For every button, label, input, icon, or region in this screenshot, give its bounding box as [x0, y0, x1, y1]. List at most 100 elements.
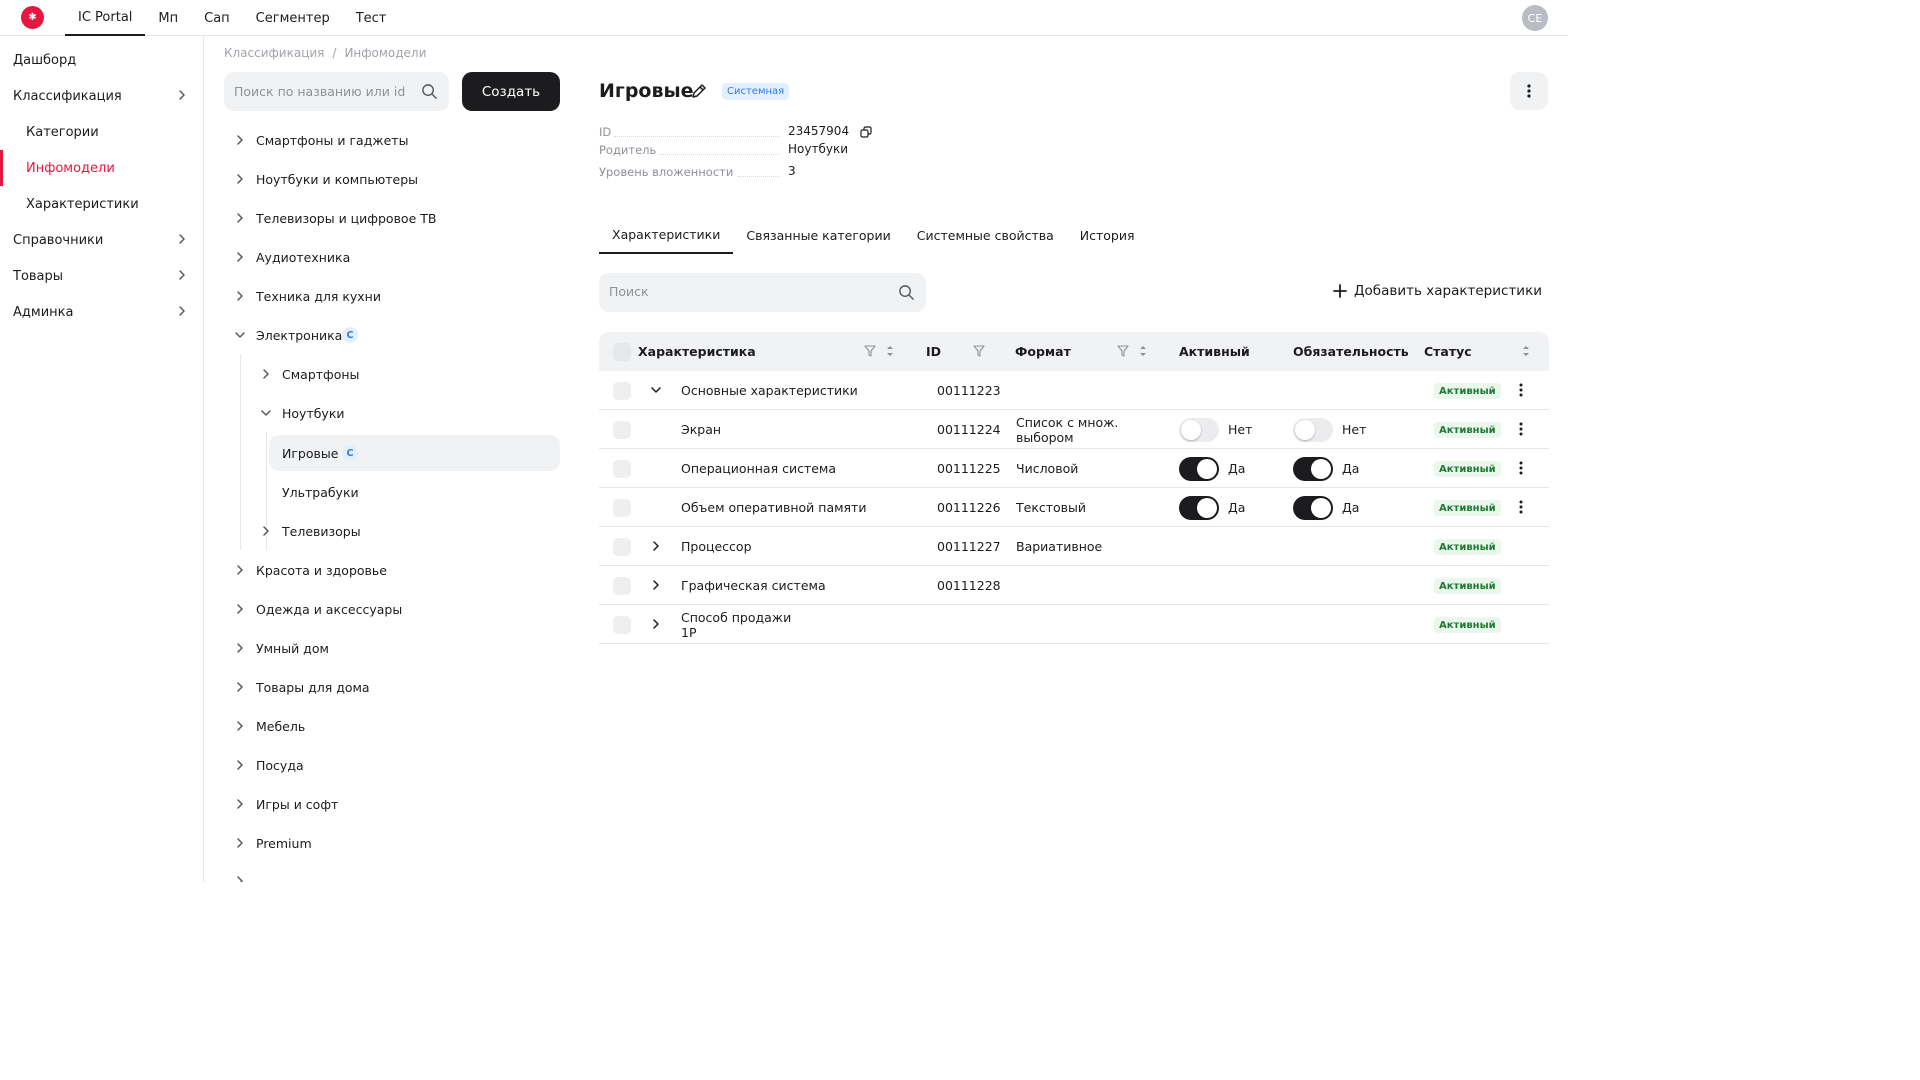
sort-icon[interactable]	[1520, 344, 1532, 358]
chevron-right-icon[interactable]	[233, 172, 247, 186]
sort-icon[interactable]	[1137, 344, 1149, 358]
chevron-right-icon[interactable]	[233, 289, 247, 303]
sidebar-item-characteristics[interactable]: Характеристики	[0, 186, 203, 222]
tree-node-partial[interactable]	[224, 864, 560, 882]
tree-node[interactable]: Ультрабуки	[269, 474, 560, 510]
column-header-format[interactable]: Формат	[1015, 344, 1071, 359]
required-toggle[interactable]	[1293, 418, 1333, 442]
sidebar-item-categories[interactable]: Категории	[0, 114, 203, 150]
sidebar-item-dashboard[interactable]: Дашборд	[0, 42, 203, 78]
active-toggle[interactable]	[1179, 418, 1219, 442]
row-more-icon[interactable]	[1516, 421, 1526, 437]
tree-node[interactable]: Мебель	[224, 708, 560, 744]
tree-node[interactable]: Телевизоры	[250, 513, 560, 549]
avatar[interactable]: CE	[1522, 5, 1548, 31]
more-options-button[interactable]	[1510, 72, 1548, 110]
table-row[interactable]: Основные характеристики 00111223 Активны…	[599, 371, 1549, 410]
chevron-right-icon[interactable]	[233, 563, 247, 577]
sidebar-item-goods[interactable]: Товары	[0, 258, 203, 294]
table-row[interactable]: Графическая система 00111228 Активный	[599, 566, 1549, 605]
column-header-required[interactable]: Обязательность	[1293, 344, 1409, 359]
top-nav-ic-portal[interactable]: IC Portal	[65, 0, 146, 36]
table-row[interactable]: Объем оперативной памяти 00111226 Тексто…	[599, 488, 1549, 527]
row-more-icon[interactable]	[1516, 499, 1526, 515]
row-more-icon[interactable]	[1516, 460, 1526, 476]
chevron-right-icon[interactable]	[233, 133, 247, 147]
chevron-right-icon[interactable]	[233, 758, 247, 772]
tree-node-notebooks[interactable]: Ноутбуки	[250, 395, 560, 431]
tab-characteristics[interactable]: Характеристики	[599, 216, 734, 254]
breadcrumb-infomodels[interactable]: Инфомодели	[344, 46, 426, 60]
add-characteristics-button[interactable]: Добавить характеристики	[1332, 283, 1542, 299]
chevron-right-icon[interactable]	[233, 641, 247, 655]
chevron-down-icon[interactable]	[259, 406, 273, 420]
column-header-characteristic[interactable]: Характеристика	[638, 344, 756, 359]
active-toggle[interactable]	[1179, 496, 1219, 520]
active-toggle[interactable]	[1179, 457, 1219, 481]
tree-node[interactable]: Игры и софт	[224, 786, 560, 822]
chevron-right-icon[interactable]	[233, 211, 247, 225]
chevron-right-icon[interactable]	[259, 524, 273, 538]
create-button[interactable]: Создать	[462, 72, 560, 111]
tab-related-categories[interactable]: Связанные категории	[733, 216, 903, 254]
tree-node-electronics[interactable]: Электроника C	[224, 317, 560, 353]
chevron-right-icon[interactable]	[649, 539, 663, 553]
chevron-right-icon[interactable]	[233, 680, 247, 694]
required-toggle[interactable]	[1293, 496, 1333, 520]
tree-node[interactable]: Телевизоры и цифровое ТВ	[224, 200, 560, 236]
tree-node[interactable]: Умный дом	[224, 630, 560, 666]
row-checkbox[interactable]	[613, 421, 631, 439]
filter-icon[interactable]	[864, 344, 876, 358]
tree-node[interactable]: Смартфоны	[250, 356, 560, 392]
chevron-right-icon[interactable]	[233, 836, 247, 850]
tree-node[interactable]: Premium	[224, 825, 560, 861]
tree-node[interactable]: Красота и здоровье	[224, 552, 560, 588]
tree-node-gaming-selected[interactable]: Игровые C	[269, 435, 560, 471]
sidebar-item-admin[interactable]: Админка	[0, 294, 203, 330]
select-all-checkbox[interactable]	[613, 343, 631, 361]
filter-icon[interactable]	[973, 344, 985, 358]
row-checkbox[interactable]	[613, 382, 631, 400]
tree-node[interactable]: Смартфоны и гаджеты	[224, 122, 560, 158]
tree-node[interactable]: Одежда и аксессуары	[224, 591, 560, 627]
copy-icon[interactable]	[860, 126, 872, 138]
characteristics-search-input[interactable]	[609, 284, 889, 299]
tree-node[interactable]: Товары для дома	[224, 669, 560, 705]
filter-icon[interactable]	[1117, 344, 1129, 358]
search-icon[interactable]	[421, 83, 438, 100]
tree-node[interactable]: Аудиотехника	[224, 239, 560, 275]
row-more-icon[interactable]	[1516, 382, 1526, 398]
edit-icon[interactable]	[690, 82, 708, 100]
sidebar-item-infomodels[interactable]: Инфомодели	[0, 150, 203, 186]
tab-system-properties[interactable]: Системные свойства	[904, 216, 1067, 254]
logo-icon[interactable]: ✱	[21, 6, 44, 29]
sort-icon[interactable]	[884, 344, 896, 358]
row-checkbox[interactable]	[613, 499, 631, 517]
tree-search-input[interactable]	[234, 84, 414, 99]
chevron-right-icon[interactable]	[649, 578, 663, 592]
column-header-status[interactable]: Статус	[1424, 344, 1472, 359]
chevron-right-icon[interactable]	[649, 617, 663, 631]
chevron-right-icon[interactable]	[233, 719, 247, 733]
tab-history[interactable]: История	[1067, 216, 1148, 254]
sidebar-item-reference-books[interactable]: Справочники	[0, 222, 203, 258]
chevron-right-icon[interactable]	[233, 602, 247, 616]
column-header-active[interactable]: Активный	[1179, 344, 1250, 359]
chevron-right-icon[interactable]	[233, 250, 247, 264]
table-row[interactable]: Операционная система 00111225 Числовой Д…	[599, 449, 1549, 488]
tree-node[interactable]: Техника для кухни	[224, 278, 560, 314]
top-nav-test[interactable]: Тест	[343, 0, 400, 36]
top-nav-mp[interactable]: Мп	[145, 0, 191, 36]
sidebar-item-classification[interactable]: Классификация	[0, 78, 203, 114]
top-nav-sap[interactable]: Сап	[191, 0, 243, 36]
row-checkbox[interactable]	[613, 577, 631, 595]
column-header-id[interactable]: ID	[926, 344, 941, 359]
chevron-right-icon[interactable]	[259, 367, 273, 381]
chevron-right-icon[interactable]	[233, 797, 247, 811]
required-toggle[interactable]	[1293, 457, 1333, 481]
chevron-right-icon[interactable]	[233, 874, 247, 882]
table-row[interactable]: Способ продажи 1P Активный	[599, 605, 1549, 644]
chevron-down-icon[interactable]	[649, 383, 663, 397]
tree-node[interactable]: Посуда	[224, 747, 560, 783]
top-nav-segmenter[interactable]: Сегментер	[243, 0, 343, 36]
